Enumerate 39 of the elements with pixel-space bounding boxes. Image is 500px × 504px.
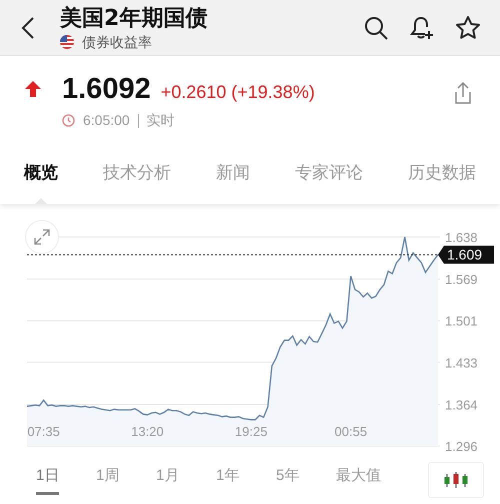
y-axis-label: 1.501 bbox=[445, 314, 478, 329]
range-tab[interactable]: 最大值 bbox=[336, 463, 396, 497]
tab[interactable]: 概览 bbox=[24, 153, 58, 193]
flag-icon bbox=[60, 34, 74, 48]
x-axis-label: 00:55 bbox=[334, 424, 368, 439]
back-icon bbox=[21, 16, 35, 40]
bell-plus-icon bbox=[409, 14, 435, 40]
range-tab[interactable]: 1月 bbox=[156, 463, 216, 497]
tab[interactable]: 技术分析 bbox=[103, 153, 171, 193]
y-axis-label: 1.638 bbox=[445, 230, 478, 245]
price: 1.6092 bbox=[62, 72, 151, 106]
clock-icon bbox=[62, 114, 75, 127]
subtitle: 债券收益率 bbox=[82, 32, 152, 50]
update-time: 6:05:00 bbox=[83, 111, 130, 130]
candlestick-button[interactable] bbox=[428, 462, 484, 498]
tab[interactable]: 新闻 bbox=[216, 153, 250, 193]
y-axis-label: 1.364 bbox=[445, 397, 478, 412]
range-tab[interactable]: 5年 bbox=[276, 463, 336, 497]
expand-icon bbox=[33, 228, 51, 246]
price-change: +0.2610 (+19.38%) bbox=[160, 81, 315, 104]
range-tab[interactable]: 1周 bbox=[96, 463, 156, 497]
expand-button[interactable] bbox=[25, 220, 59, 254]
tab[interactable]: 历史数据 bbox=[408, 153, 476, 193]
ref-line-label: 1.609 bbox=[447, 246, 482, 263]
page-title: 美国2年期国债 bbox=[60, 4, 208, 32]
search-icon bbox=[363, 14, 389, 40]
candlestick-icon bbox=[443, 471, 469, 489]
range-tab[interactable]: 1年 bbox=[216, 463, 276, 497]
realtime-label: 实时 bbox=[146, 111, 175, 130]
current-price-tag: 1.609 bbox=[438, 246, 494, 264]
tab[interactable]: 专家评论 bbox=[295, 153, 363, 193]
star-icon bbox=[455, 14, 481, 40]
y-axis-label: 1.433 bbox=[445, 355, 478, 370]
y-axis-label: 1.569 bbox=[445, 272, 478, 288]
x-axis-label: 13:20 bbox=[131, 424, 164, 439]
x-axis-label: 19:25 bbox=[234, 424, 268, 439]
y-axis-label: 1.296 bbox=[445, 439, 478, 454]
range-tab[interactable]: 1日 bbox=[36, 463, 96, 497]
x-axis-label: 07:35 bbox=[27, 424, 60, 439]
